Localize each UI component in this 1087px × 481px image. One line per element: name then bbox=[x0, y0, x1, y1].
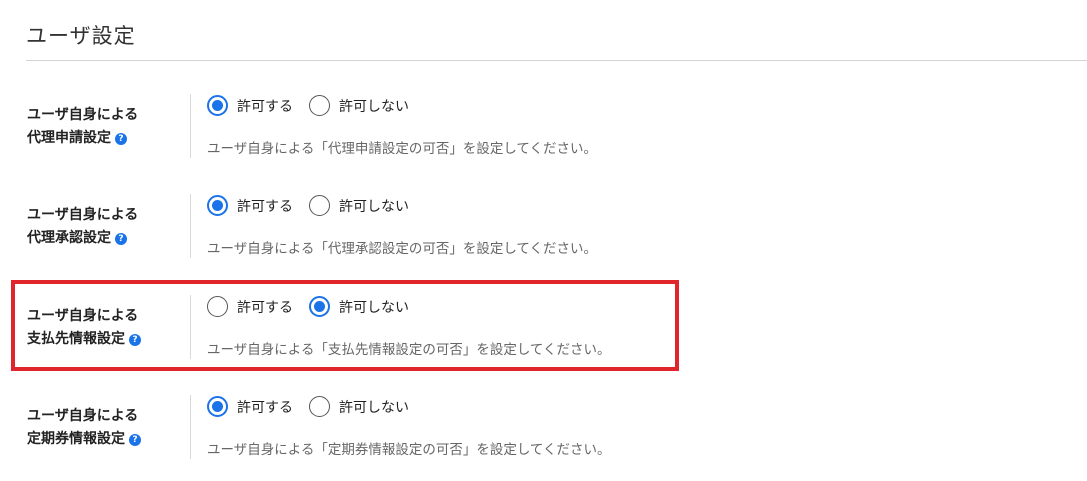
radio-deny[interactable]: 許可しない bbox=[309, 95, 409, 116]
setting-row-commuter-pass-info: ユーザ自身による 定期券情報設定? 許可する 許可しない ユーザ自身による「定期… bbox=[0, 395, 1087, 465]
setting-row-proxy-application: ユーザ自身による 代理申請設定? 許可する 許可しない ユーザ自身による「代理申… bbox=[0, 94, 1087, 164]
radio-allow[interactable]: 許可する bbox=[207, 95, 293, 116]
setting-label-line2: 代理承認設定 bbox=[27, 230, 111, 246]
radio-button[interactable] bbox=[309, 195, 330, 216]
radio-deny[interactable]: 許可しない bbox=[309, 396, 409, 417]
radio-label: 許可しない bbox=[339, 198, 409, 215]
setting-label: ユーザ自身による 支払先情報設定? bbox=[27, 305, 187, 351]
page-title: ユーザ設定 bbox=[26, 24, 136, 48]
setting-label-line1: ユーザ自身による bbox=[27, 408, 139, 424]
help-icon[interactable]: ? bbox=[115, 132, 127, 145]
radio-label: 許可する bbox=[237, 198, 293, 215]
radio-group: 許可する 許可しない bbox=[207, 396, 425, 417]
row-divider bbox=[190, 194, 191, 258]
help-icon[interactable]: ? bbox=[115, 232, 127, 245]
setting-description: ユーザ自身による「支払先情報設定の可否」を設定してください。 bbox=[207, 342, 611, 358]
setting-label-line2: 支払先情報設定 bbox=[27, 331, 125, 347]
radio-deny[interactable]: 許可しない bbox=[309, 296, 409, 317]
radio-label: 許可しない bbox=[339, 98, 409, 115]
radio-group: 許可する 許可しない bbox=[207, 95, 425, 116]
setting-label-line2: 代理申請設定 bbox=[27, 130, 111, 146]
radio-label: 許可する bbox=[237, 98, 293, 115]
radio-button[interactable] bbox=[309, 95, 330, 116]
setting-label: ユーザ自身による 代理申請設定? bbox=[27, 104, 187, 150]
radio-button[interactable] bbox=[309, 396, 330, 417]
radio-label: 許可する bbox=[237, 299, 293, 316]
setting-label-line2: 定期券情報設定 bbox=[27, 431, 125, 447]
setting-row-proxy-approval: ユーザ自身による 代理承認設定? 許可する 許可しない ユーザ自身による「代理承… bbox=[0, 194, 1087, 264]
radio-group: 許可する 許可しない bbox=[207, 195, 425, 216]
setting-label: ユーザ自身による 代理承認設定? bbox=[27, 204, 187, 250]
row-divider bbox=[190, 94, 191, 158]
setting-description: ユーザ自身による「定期券情報設定の可否」を設定してください。 bbox=[207, 442, 611, 458]
radio-button[interactable] bbox=[309, 296, 330, 317]
radio-deny[interactable]: 許可しない bbox=[309, 195, 409, 216]
row-divider bbox=[190, 295, 191, 359]
setting-label: ユーザ自身による 定期券情報設定? bbox=[27, 405, 187, 451]
radio-allow[interactable]: 許可する bbox=[207, 195, 293, 216]
setting-description: ユーザ自身による「代理申請設定の可否」を設定してください。 bbox=[207, 141, 598, 157]
radio-label: 許可しない bbox=[339, 299, 409, 316]
radio-allow[interactable]: 許可する bbox=[207, 396, 293, 417]
setting-row-payee-info: ユーザ自身による 支払先情報設定? 許可する 許可しない ユーザ自身による「支払… bbox=[0, 295, 1087, 365]
radio-group: 許可する 許可しない bbox=[207, 296, 425, 317]
setting-label-line1: ユーザ自身による bbox=[27, 308, 139, 324]
setting-label-line1: ユーザ自身による bbox=[27, 107, 139, 123]
setting-description: ユーザ自身による「代理承認設定の可否」を設定してください。 bbox=[207, 241, 598, 257]
radio-allow[interactable]: 許可する bbox=[207, 296, 293, 317]
radio-label: 許可する bbox=[237, 399, 293, 416]
row-divider bbox=[190, 395, 191, 459]
radio-button[interactable] bbox=[207, 95, 228, 116]
radio-button[interactable] bbox=[207, 296, 228, 317]
help-icon[interactable]: ? bbox=[129, 333, 141, 346]
title-divider bbox=[26, 60, 1087, 61]
radio-label: 許可しない bbox=[339, 399, 409, 416]
radio-button[interactable] bbox=[207, 396, 228, 417]
setting-label-line1: ユーザ自身による bbox=[27, 207, 139, 223]
radio-button[interactable] bbox=[207, 195, 228, 216]
help-icon[interactable]: ? bbox=[129, 433, 141, 446]
